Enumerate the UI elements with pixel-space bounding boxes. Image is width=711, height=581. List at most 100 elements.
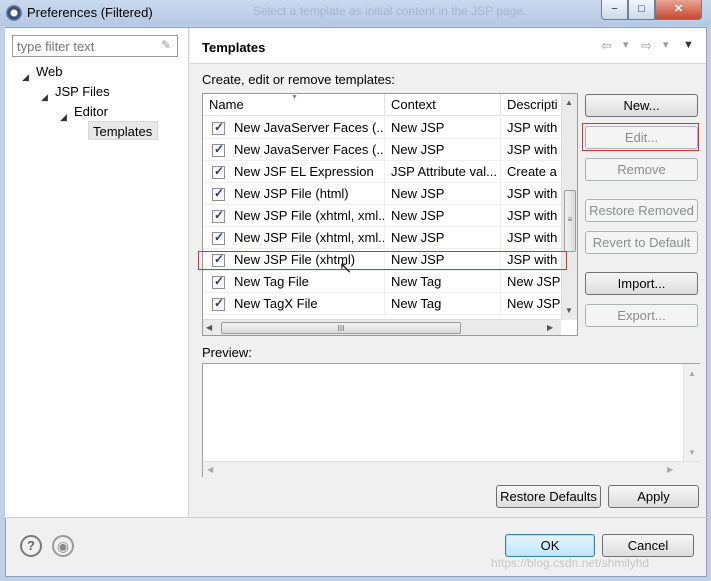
help-icon[interactable]: ?: [20, 535, 42, 557]
preference-tree-pane: [5, 28, 189, 517]
forward-arrow-icon[interactable]: ⇨: [641, 38, 652, 54]
cell-name: New JSP File (html): [203, 183, 385, 205]
cell-context: New JSP: [385, 139, 501, 161]
table-row[interactable]: New JSP File (xhtml, xml...New JSPJSP wi…: [203, 227, 563, 249]
templates-description: Create, edit or remove templates:: [202, 72, 395, 87]
cell-context: New JSP: [385, 117, 501, 139]
scroll-left-icon[interactable]: ◀: [206, 323, 212, 332]
cell-name: New JSP File (xhtml, xml...: [203, 205, 385, 227]
table-row[interactable]: New Tag FileNew TagNew JSP: [203, 271, 563, 293]
maximize-button[interactable]: □: [628, 0, 655, 20]
apply-button[interactable]: Apply: [608, 485, 699, 508]
table-row[interactable]: New JSF EL ExpressionJSP Attribute val..…: [203, 161, 563, 183]
vertical-scroll-thumb[interactable]: ≡: [564, 190, 576, 252]
cell-name: New JSF EL Expression: [203, 161, 385, 183]
scroll-up-icon[interactable]: ▲: [565, 98, 573, 107]
preview-area[interactable]: ▲ ▼ ◀ ▶: [202, 363, 700, 477]
scroll-right-icon[interactable]: ▶: [667, 465, 673, 474]
scroll-down-icon[interactable]: ▼: [688, 448, 696, 457]
cell-description: New JSP: [501, 271, 563, 293]
table-row[interactable]: New TagX FileNew TagNew JSP: [203, 293, 563, 315]
import-button[interactable]: Import...: [585, 272, 698, 295]
tree-item-jsp-files[interactable]: JSP Files: [55, 84, 110, 99]
cell-description: JSP with x: [501, 249, 563, 271]
cell-description: JSP with J: [501, 205, 563, 227]
cell-description: JSP with J: [501, 227, 563, 249]
export-button[interactable]: Export...: [585, 304, 698, 327]
record-icon[interactable]: ◉: [52, 535, 74, 557]
expand-arrow-icon[interactable]: ◢: [60, 112, 67, 123]
table-body: New JavaServer Faces (...New JSPJSP with…: [203, 117, 563, 319]
vertical-scrollbar[interactable]: ▲ ≡ ▼: [561, 94, 577, 320]
scroll-up-icon[interactable]: ▲: [688, 369, 696, 378]
remove-template-button[interactable]: Remove: [585, 158, 698, 181]
cell-name: New JavaServer Faces (...: [203, 139, 385, 161]
horizontal-scrollbar[interactable]: ◀ III ▶: [203, 319, 561, 335]
clear-filter-icon[interactable]: ✎: [161, 38, 175, 52]
eclipse-icon: [6, 5, 22, 21]
cell-description: New JSP: [501, 293, 563, 315]
table-row[interactable]: New JSP File (xhtml)New JSPJSP with x: [203, 249, 563, 271]
close-button[interactable]: ✕: [655, 0, 702, 20]
cell-name: New JavaServer Faces (...: [203, 117, 385, 139]
table-row[interactable]: New JavaServer Faces (...New JSPJSP with…: [203, 139, 563, 161]
table-row[interactable]: New JSP File (xhtml, xml...New JSPJSP wi…: [203, 205, 563, 227]
cell-description: JSP with J: [501, 139, 563, 161]
column-header-context[interactable]: Context: [385, 94, 501, 116]
preview-label: Preview:: [202, 345, 252, 360]
title-bar[interactable]: Preferences (Filtered) Select a template…: [0, 0, 711, 26]
revert-to-default-button[interactable]: Revert to Default: [585, 231, 698, 254]
sort-indicator-icon: ▼: [291, 94, 298, 101]
cell-context: New Tag: [385, 293, 501, 315]
column-header-description[interactable]: Descripti: [501, 94, 563, 116]
table-row[interactable]: New JSP File (html)New JSPJSP with h: [203, 183, 563, 205]
page-title: Templates: [202, 40, 266, 55]
cell-context: New JSP: [385, 183, 501, 205]
scroll-grip-icon: III: [337, 324, 345, 333]
watermark: https://blog.csdn.net/shmilyhd: [491, 556, 650, 570]
filter-input[interactable]: [15, 37, 155, 55]
cell-context: New JSP: [385, 249, 501, 271]
tree-item-editor[interactable]: Editor: [74, 104, 108, 119]
minimize-button[interactable]: −: [601, 0, 628, 20]
tree-item-templates[interactable]: Templates: [93, 124, 152, 139]
cell-context: JSP Attribute val...: [385, 161, 501, 183]
tree-item-web[interactable]: Web: [36, 64, 63, 79]
expand-arrow-icon[interactable]: ◢: [41, 92, 48, 103]
footer-separator: [5, 517, 707, 518]
cell-name: New JSP File (xhtml): [203, 249, 385, 271]
filter-field[interactable]: [12, 35, 178, 57]
background-window-text: Select a template as initial content in …: [253, 4, 527, 18]
expand-arrow-icon[interactable]: ◢: [22, 72, 29, 83]
back-arrow-icon[interactable]: ⇦: [601, 38, 612, 54]
table-header: Name ▼ Context Descripti: [203, 94, 563, 116]
restore-removed-button[interactable]: Restore Removed: [585, 199, 698, 222]
cell-name: New JSP File (xhtml, xml...: [203, 227, 385, 249]
preview-horizontal-scrollbar[interactable]: ◀ ▶: [203, 461, 700, 477]
window-title: Preferences (Filtered): [27, 5, 153, 20]
scroll-right-icon[interactable]: ▶: [547, 323, 553, 332]
cancel-button[interactable]: Cancel: [602, 534, 694, 557]
mouse-cursor-icon: ↖: [339, 260, 353, 277]
ok-button[interactable]: OK: [505, 534, 595, 557]
back-history-dropdown-icon[interactable]: ▾: [623, 38, 629, 51]
cell-description: JSP with x: [501, 117, 563, 139]
cell-context: New JSP: [385, 205, 501, 227]
cell-description: JSP with h: [501, 183, 563, 205]
view-menu-icon[interactable]: ▼: [683, 39, 694, 51]
restore-defaults-button[interactable]: Restore Defaults: [496, 485, 601, 508]
horizontal-scroll-thumb[interactable]: III: [221, 322, 461, 334]
new-template-button[interactable]: New...: [585, 94, 698, 117]
templates-table[interactable]: Name ▼ Context Descripti New JavaServer …: [202, 93, 578, 336]
cell-name: New Tag File: [203, 271, 385, 293]
scroll-grip-icon: ≡: [567, 215, 573, 224]
forward-history-dropdown-icon[interactable]: ▾: [663, 38, 669, 51]
cell-context: New JSP: [385, 227, 501, 249]
cell-context: New Tag: [385, 271, 501, 293]
scroll-left-icon[interactable]: ◀: [207, 465, 213, 474]
edit-template-button[interactable]: Edit...: [585, 126, 698, 149]
preview-vertical-scrollbar[interactable]: ▲ ▼: [683, 364, 700, 461]
scroll-down-icon[interactable]: ▼: [565, 306, 573, 315]
table-row[interactable]: New JavaServer Faces (...New JSPJSP with…: [203, 117, 563, 139]
cell-name: New TagX File: [203, 293, 385, 315]
